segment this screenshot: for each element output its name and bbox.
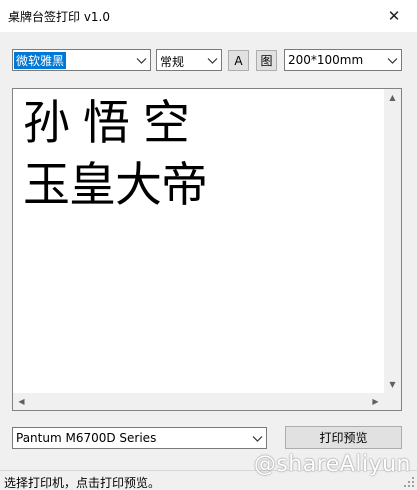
resize-grip-icon[interactable] (403, 476, 415, 488)
scroll-left-icon[interactable]: ◀ (13, 393, 30, 410)
font-family-value: 微软雅黑 (14, 52, 67, 69)
status-message: 选择打印机，点击打印预览。 (4, 476, 161, 490)
horizontal-scrollbar[interactable]: ◀ ▶ (13, 393, 384, 410)
font-style-select[interactable]: 常规 (156, 49, 222, 71)
chevron-down-icon[interactable] (387, 55, 398, 66)
chevron-down-icon[interactable] (252, 433, 263, 444)
picture-button[interactable]: 图 (256, 50, 277, 71)
scroll-down-icon[interactable]: ▼ (384, 376, 401, 393)
vertical-scrollbar[interactable]: ▲ ▼ (384, 89, 401, 393)
scroll-right-icon[interactable]: ▶ (367, 393, 384, 410)
font-family-select[interactable]: 微软雅黑 (12, 49, 151, 71)
close-icon: ✕ (387, 7, 401, 25)
paper-size-select[interactable]: 200*100mm (284, 49, 402, 71)
font-button[interactable]: A (228, 50, 249, 71)
scrollbar-corner (384, 393, 401, 410)
print-preview-button[interactable]: 打印预览 (285, 426, 402, 449)
chevron-down-icon[interactable] (207, 55, 218, 66)
content-editor[interactable]: 孙 悟 空 玉皇大帝 ▲ ▼ ◀ ▶ (12, 88, 402, 411)
chevron-down-icon[interactable] (136, 55, 147, 66)
watermark-text: @shareAliyun (253, 452, 411, 477)
title-bar: 桌牌台签打印 v1.0 ✕ (0, 0, 417, 32)
font-style-value: 常规 (160, 55, 185, 69)
printer-value: Pantum M6700D Series (16, 431, 157, 445)
window-title: 桌牌台签打印 v1.0 (8, 10, 111, 24)
paper-size-value: 200*100mm (288, 53, 364, 67)
scroll-up-icon[interactable]: ▲ (384, 89, 401, 106)
editor-text[interactable]: 孙 悟 空 玉皇大帝 (23, 93, 208, 217)
printer-select[interactable]: Pantum M6700D Series (12, 427, 267, 449)
close-button[interactable]: ✕ (371, 0, 417, 32)
